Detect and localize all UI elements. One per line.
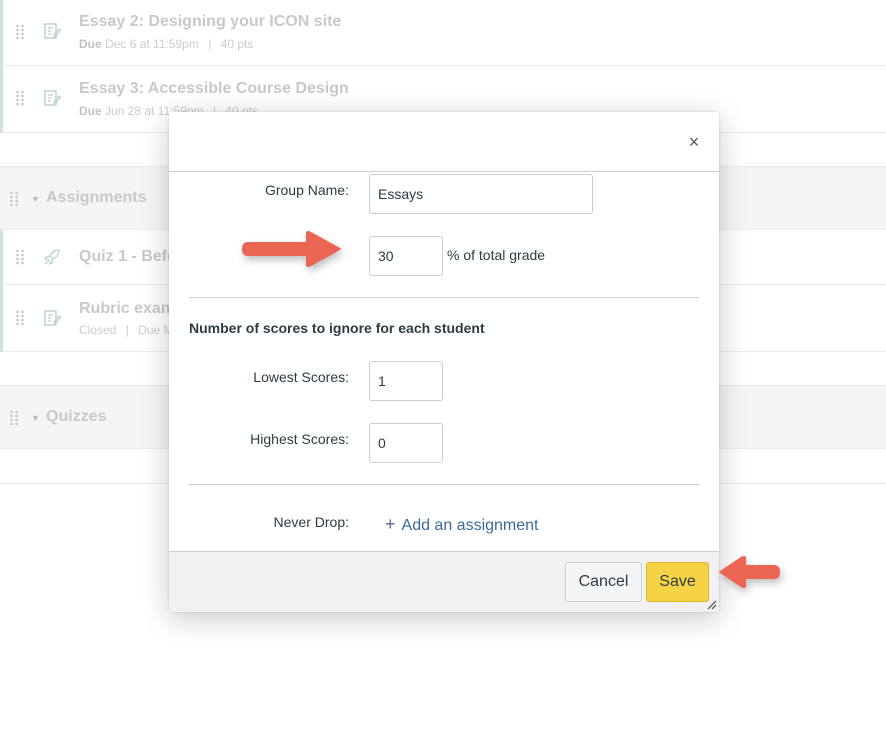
due-label: Due [79, 37, 102, 51]
assignment-meta: Closed | Due Ma [79, 323, 180, 337]
cancel-button[interactable]: Cancel [565, 562, 642, 602]
lowest-scores-label: Lowest Scores: [253, 369, 349, 385]
assignment-row[interactable]: Essay 2: Designing your ICON site Due De… [0, 0, 886, 66]
caret-down-icon[interactable]: ▼ [31, 194, 40, 204]
assignment-title[interactable]: Quiz 1 - Befo [79, 248, 177, 266]
add-assignment-link[interactable]: + Add an assignment [385, 514, 539, 535]
assignment-title[interactable]: Essay 2: Designing your ICON site [79, 13, 341, 31]
assignment-icon [44, 310, 61, 326]
group-name-label: Group Name: [264, 182, 349, 198]
drag-handle-icon[interactable] [15, 90, 25, 106]
divider [189, 484, 699, 485]
due-date: Dec 6 at 11:59pm [105, 37, 199, 51]
divider [189, 297, 699, 298]
assignment-title[interactable]: Essay 3: Accessible Course Design [79, 80, 349, 98]
meta-separator: | [125, 323, 129, 337]
lowest-scores-input[interactable] [369, 361, 443, 401]
never-drop-label: Never Drop: [273, 514, 349, 530]
weight-percent-input[interactable] [369, 236, 443, 276]
due-label: Due [79, 104, 102, 118]
group-title[interactable]: Assignments [46, 189, 146, 207]
caret-down-icon[interactable]: ▼ [31, 413, 40, 423]
group-title[interactable]: Quizzes [46, 408, 106, 426]
drag-handle-icon[interactable] [15, 310, 25, 326]
drag-handle-icon[interactable] [15, 249, 25, 265]
annotation-arrow-left-icon [719, 556, 780, 588]
resize-handle-icon[interactable] [705, 598, 717, 610]
plus-icon: + [385, 514, 396, 534]
drag-handle-icon[interactable] [9, 410, 19, 426]
close-icon[interactable]: × [683, 131, 705, 153]
quiz-rocket-icon [44, 249, 60, 265]
meta-separator: | [208, 37, 212, 51]
highest-scores-label: Highest Scores: [250, 431, 349, 447]
edit-assignment-group-dialog: × Group Name: % of total grade Number of… [169, 112, 719, 612]
save-button[interactable]: Save [646, 562, 709, 602]
points: 40 pts [220, 37, 254, 51]
annotation-arrow-right-icon [242, 231, 341, 267]
assignment-meta: Due Dec 6 at 11:59pm | 40 pts [79, 37, 253, 51]
dialog-header: × [169, 112, 719, 172]
group-name-input[interactable] [369, 174, 593, 214]
status-text: Closed [79, 323, 117, 337]
dialog-footer: Cancel Save [169, 551, 719, 612]
assignment-icon [44, 23, 61, 39]
drag-handle-icon[interactable] [9, 191, 19, 207]
drag-handle-icon[interactable] [15, 24, 25, 40]
weight-suffix: % of total grade [447, 247, 546, 263]
drop-rules-title: Number of scores to ignore for each stud… [189, 320, 485, 336]
add-assignment-label: Add an assignment [401, 517, 539, 534]
highest-scores-input[interactable] [369, 423, 443, 463]
assignment-icon [44, 90, 61, 106]
